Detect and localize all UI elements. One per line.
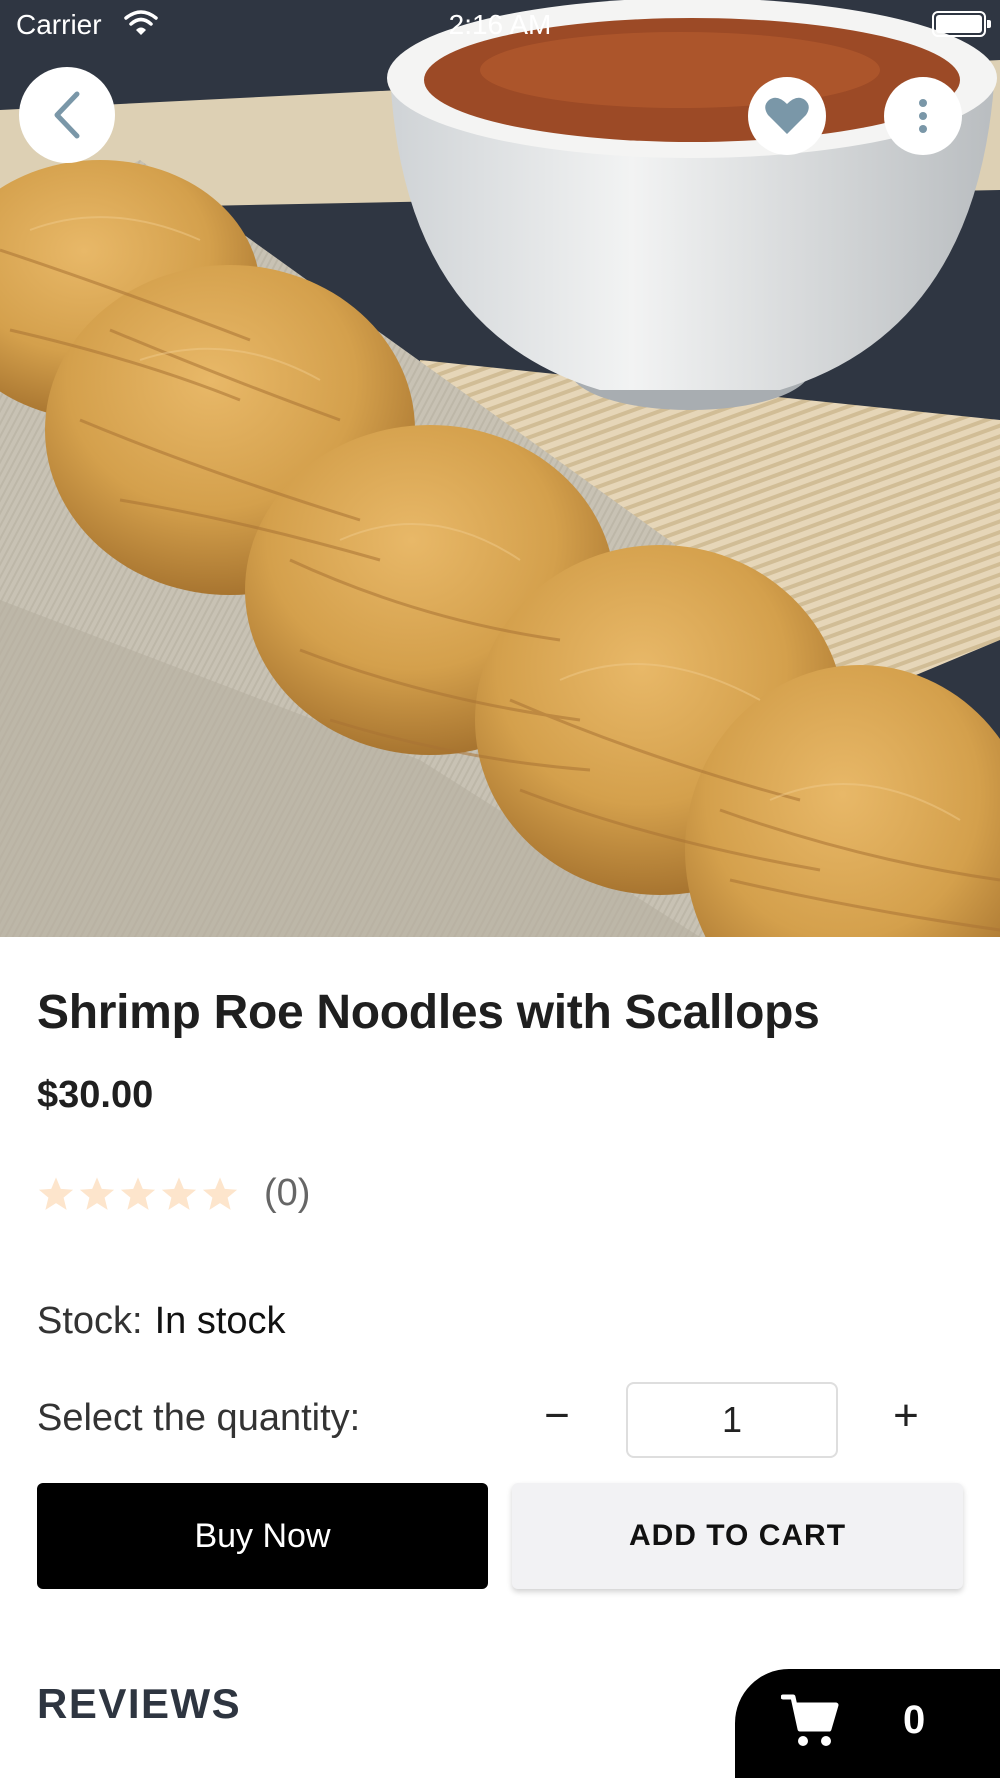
add-to-cart-button[interactable]: ADD TO CART [512, 1483, 963, 1589]
star-icon [38, 1176, 74, 1210]
heart-icon [765, 97, 809, 134]
rating-count: (0) [264, 1172, 311, 1214]
reviews-heading: REVIEWS [37, 1680, 242, 1727]
back-button[interactable] [19, 67, 115, 163]
stock-status: Stock: In stock [37, 1300, 286, 1343]
status-bar: Carrier 2:16 AM [0, 0, 1000, 50]
product-rating[interactable]: (0) [37, 1172, 310, 1215]
product-title: Shrimp Roe Noodles with Scallops [37, 986, 820, 1039]
battery-icon [932, 11, 991, 37]
quantity-decrease-button[interactable]: − [527, 1386, 587, 1446]
status-time: 2:16 AM [448, 9, 552, 40]
star-icon [161, 1176, 197, 1210]
buy-now-button[interactable]: Buy Now [37, 1483, 488, 1589]
product-price: $30.00 [37, 1074, 154, 1116]
favorite-button[interactable] [748, 77, 826, 155]
quantity-increase-button[interactable]: + [876, 1386, 936, 1446]
more-options-button[interactable] [884, 77, 962, 155]
quantity-label: Select the quantity: [37, 1397, 361, 1439]
more-vertical-icon [919, 99, 927, 133]
chevron-left-icon [54, 91, 80, 139]
cart-button[interactable]: 0 [735, 1669, 1000, 1778]
stock-label: Stock: [37, 1300, 143, 1342]
star-icon [202, 1176, 238, 1210]
cart-icon [781, 1694, 839, 1746]
star-icon [79, 1176, 115, 1210]
product-image [0, 0, 1000, 937]
quantity-field[interactable]: 1 [626, 1382, 838, 1458]
rating-stars [37, 1175, 239, 1213]
cart-count: 0 [903, 1698, 926, 1742]
star-icon [120, 1176, 156, 1210]
stock-value: In stock [154, 1300, 286, 1342]
